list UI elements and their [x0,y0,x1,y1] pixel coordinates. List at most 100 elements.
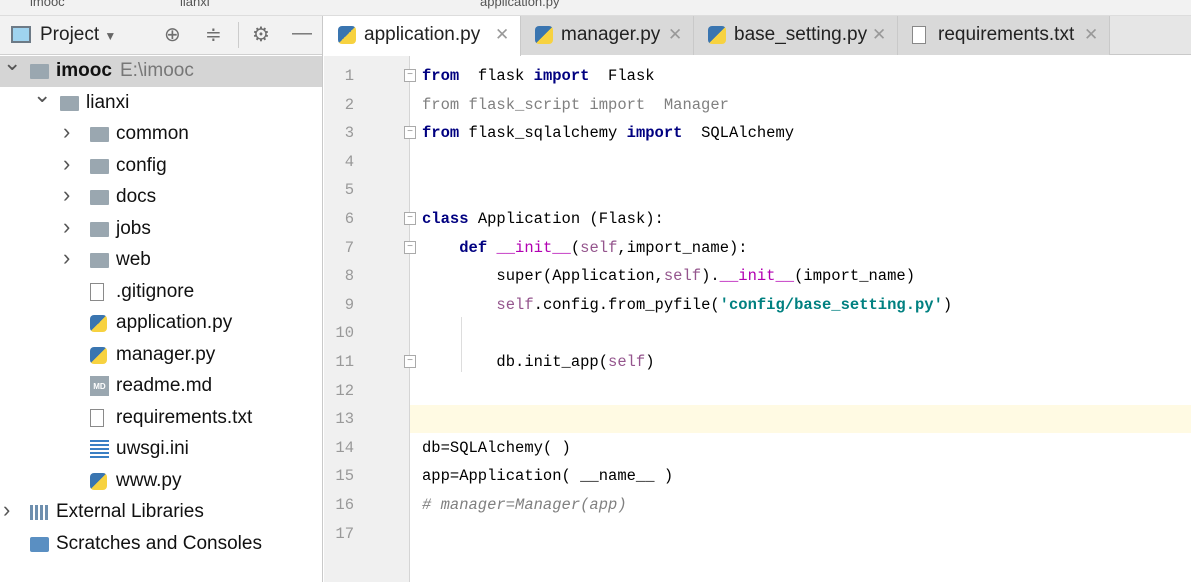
tree-item[interactable]: MD readme.md [0,371,322,402]
minimize-icon[interactable]: — [292,22,312,45]
tree-item-label: jobs [116,217,151,239]
tree-item-label: web [116,249,151,270]
line-number: 15 [335,467,354,486]
expand-arrow-icon[interactable]: › [63,151,70,177]
line-number: 13 [335,410,354,429]
editor-tabs: application.py ✕ manager.py ✕ base_setting.p… [324,16,1191,56]
line-number: 1 [344,67,354,85]
folder-icon [90,190,109,205]
line-number: 12 [335,381,354,400]
expand-arrow-icon[interactable]: › [63,245,70,271]
tab-label: requirements.txt [938,24,1075,45]
code-line[interactable] [410,148,1191,176]
code-line[interactable]: from flask import Flask [410,62,1191,90]
folder-icon [60,95,79,111]
code-line[interactable] [410,319,1191,347]
fold-icon[interactable]: − [404,355,416,368]
breadcrumb-item[interactable]: application.py [480,0,560,9]
folder-icon [90,253,109,268]
breadcrumb-item[interactable]: imooc [30,0,65,9]
collapse-icon[interactable]: ≑ [205,22,222,47]
project-panel: Project ▼ ⊕ ≑ ⚙ — ⌄ imooc E:\imooc ⌄ lianxi ›… [0,16,323,582]
tree-item-label: manager.py [116,343,216,365]
close-tab-icon[interactable]: ✕ [668,25,682,45]
tree-item[interactable]: ⌄ lianxi [0,82,322,119]
line-number: 11 [335,353,354,371]
code-line[interactable]: from flask_script import Manager [410,91,1191,119]
tree-item[interactable]: › web [0,245,322,276]
expand-arrow-icon[interactable]: › [63,182,70,208]
project-view-selector[interactable]: Project ▼ [40,24,116,46]
fold-icon[interactable]: − [404,69,416,82]
tree-item[interactable]: application.py [0,308,322,339]
line-number: 16 [335,496,354,514]
tree-item[interactable]: manager.py [0,340,322,371]
code-line[interactable] [410,377,1191,405]
tree-item[interactable]: › jobs [0,214,322,245]
tree-item[interactable]: www.py [0,466,322,497]
code-line[interactable]: self.config.from_pyfile('config/base_set… [410,291,1191,319]
tree-item-label: uwsgi.ini [116,438,189,459]
tree-item[interactable]: requirements.txt [0,403,322,434]
folder-icon [90,127,109,142]
py-icon [90,346,107,364]
tree-item-label: application.py [116,312,233,333]
code-line[interactable]: def __init__(self,import_name): [410,234,1191,262]
line-number: 7 [344,238,354,257]
md-icon: MD [90,376,109,396]
tree-item-label: readme.md [116,375,213,396]
tree-item-label: .gitignore [116,280,195,302]
fold-icon[interactable]: − [404,126,416,140]
tree-item-label: www.py [116,469,182,491]
tab-application-py[interactable]: application.py ✕ [324,16,521,56]
expand-arrow-icon[interactable]: › [3,497,10,523]
fold-icon[interactable]: − [404,212,416,225]
locate-icon[interactable]: ⊕ [164,22,181,47]
code-line[interactable]: db=SQLAlchemy( ) [410,434,1191,462]
python-file-icon [708,26,726,44]
code-line[interactable]: db.init_app(self) [410,348,1191,376]
tab-manager-py[interactable]: manager.py ✕ [521,16,694,55]
expand-arrow-icon[interactable]: ⌄ [33,82,51,108]
code-line[interactable]: from flask_sqlalchemy import SQLAlchemy [410,119,1191,147]
code-line[interactable]: super(Application,self).__init__(import_… [410,262,1191,290]
tab-label: manager.py [561,24,661,45]
gear-icon[interactable]: ⚙ [252,22,270,47]
folder-icon [30,64,49,79]
py-icon [90,472,107,490]
tree-item[interactable]: › External Libraries [0,497,322,528]
tree-item[interactable]: › docs [0,182,322,213]
close-tab-icon[interactable]: ✕ [495,25,509,45]
code-line[interactable]: # manager=Manager(app) [410,491,1191,519]
tab-requirements-txt[interactable]: requirements.txt ✕ [898,16,1110,55]
tree-item[interactable]: uwsgi.ini [0,434,322,465]
code-line[interactable] [410,405,1191,434]
expand-arrow-icon[interactable]: › [63,214,70,240]
tree-item[interactable]: .gitignore [0,277,322,308]
project-icon [11,26,31,43]
tab-base_setting-py[interactable]: base_setting.py ✕ [694,16,898,55]
tree-item[interactable]: › config [0,151,322,182]
tree-item[interactable]: › common [0,119,322,150]
expand-arrow-icon[interactable]: ⌄ [3,50,21,76]
code-line[interactable] [410,176,1191,204]
close-tab-icon[interactable]: ✕ [872,25,886,45]
tree-item-label: External Libraries [56,501,204,522]
line-number: 6 [344,210,354,228]
line-number: 2 [344,95,354,114]
close-tab-icon[interactable]: ✕ [1084,25,1098,45]
line-number: 10 [335,324,354,343]
line-number: 8 [344,267,354,286]
fold-icon[interactable]: − [404,240,416,254]
tree-item-label: docs [116,186,157,207]
tree-item-label: config [116,154,167,176]
breadcrumb-item[interactable]: lianxi [180,0,210,9]
code-editor[interactable]: from flask import Flask from flask_script… [410,56,1191,582]
code-line[interactable]: class Application (Flask): [410,205,1191,233]
code-line[interactable] [410,520,1191,548]
code-line[interactable]: app=Application( __name__ ) [410,462,1191,490]
tree-item[interactable]: Scratches and Consoles [0,529,322,560]
file-icon [90,408,104,427]
line-number: 9 [344,295,354,314]
expand-arrow-icon[interactable]: › [63,119,70,145]
